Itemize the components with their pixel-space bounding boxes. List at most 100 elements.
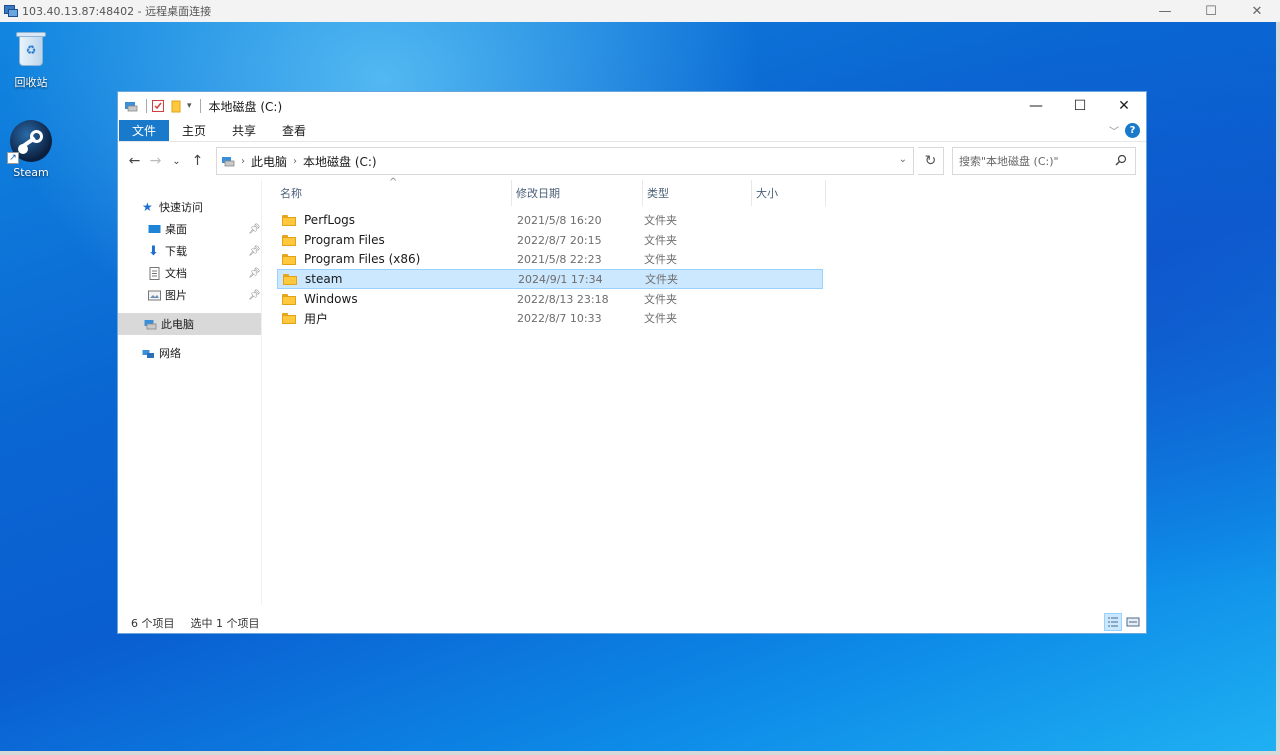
file-type: 文件夹 bbox=[644, 312, 677, 325]
expand-ribbon-chevron-icon[interactable]: ﹀ bbox=[1109, 123, 1119, 138]
pictures-icon bbox=[148, 289, 161, 302]
nav-item-this-pc[interactable]: 此电脑 bbox=[118, 313, 261, 335]
forward-button[interactable]: → bbox=[145, 153, 166, 169]
explorer-window-title: 本地磁盘 (C:) bbox=[208, 99, 283, 114]
file-name: Windows bbox=[304, 292, 358, 306]
rdp-titlebar: 103.40.13.87:48402 - 远程桌面连接 — ☐ ✕ bbox=[0, 0, 1280, 22]
up-button[interactable]: ↑ bbox=[187, 153, 208, 169]
nav-item-desktop[interactable]: 桌面 📌︎ bbox=[148, 218, 262, 240]
column-header-size[interactable]: 大小 bbox=[752, 180, 826, 206]
file-modified: 2021/5/8 16:20 bbox=[517, 213, 602, 227]
file-list-header: ^ 名称 修改日期 类型 大小 bbox=[276, 177, 826, 206]
maximize-button[interactable]: ☐ bbox=[1058, 92, 1102, 120]
file-modified: 2024/9/1 17:34 bbox=[518, 272, 603, 286]
file-type: 文件夹 bbox=[644, 293, 677, 306]
file-name: Program Files (x86) bbox=[304, 252, 421, 266]
desktop-icon-recycle-bin[interactable]: ♻ 回收站 bbox=[0, 30, 62, 90]
tab-file[interactable]: 文件 bbox=[119, 120, 170, 141]
folder-icon bbox=[282, 293, 296, 305]
file-name: Program Files bbox=[304, 233, 385, 247]
folder-icon bbox=[282, 312, 296, 324]
desktop-icon-label: Steam bbox=[13, 166, 49, 179]
breadcrumb-separator-icon[interactable]: › bbox=[293, 156, 297, 167]
minimize-button[interactable]: — bbox=[1014, 92, 1058, 120]
star-icon: ★ bbox=[142, 199, 153, 214]
large-icons-view-button[interactable] bbox=[1124, 613, 1142, 631]
search-icon[interactable] bbox=[1115, 154, 1127, 169]
file-type: 文件夹 bbox=[644, 214, 677, 227]
column-header-date-modified[interactable]: 修改日期 bbox=[512, 180, 643, 206]
pin-icon: 📌︎ bbox=[248, 223, 261, 235]
recent-locations-button[interactable]: ⌄ bbox=[166, 156, 187, 167]
this-pc-icon bbox=[144, 318, 157, 331]
help-icon[interactable]: ? bbox=[1125, 123, 1140, 138]
document-icon bbox=[148, 266, 161, 280]
file-row[interactable]: PerfLogs 2021/5/8 16:20 文件夹 bbox=[277, 210, 823, 230]
search-input[interactable] bbox=[959, 154, 1109, 168]
nav-item-documents[interactable]: 文档 📌︎ bbox=[148, 262, 262, 284]
file-modified: 2022/8/7 10:33 bbox=[517, 311, 602, 325]
desktop-icon-label: 回收站 bbox=[14, 76, 48, 89]
this-pc-icon[interactable] bbox=[124, 99, 138, 113]
search-box[interactable] bbox=[952, 147, 1136, 175]
recycle-bin-icon: ♻ bbox=[16, 30, 46, 66]
desktop-icon-steam[interactable]: ↗ Steam bbox=[0, 120, 62, 179]
nav-item-network[interactable]: 网络 bbox=[142, 342, 181, 364]
refresh-button[interactable]: ↻ bbox=[918, 147, 944, 175]
remote-desktop-icon bbox=[4, 4, 18, 18]
steam-icon: ↗ bbox=[7, 120, 52, 164]
folder-icon bbox=[282, 214, 296, 226]
file-modified: 2022/8/13 23:18 bbox=[517, 292, 609, 306]
navigation-bar: ← → ⌄ ↑ › 此电脑 › 本地磁盘 (C:) ⌄ ↻ bbox=[118, 147, 1146, 175]
address-bar[interactable]: › 此电脑 › 本地磁盘 (C:) ⌄ bbox=[216, 147, 914, 175]
address-dropdown-icon[interactable]: ⌄ bbox=[899, 154, 907, 165]
new-folder-icon[interactable] bbox=[169, 99, 183, 113]
close-button[interactable]: ✕ bbox=[1102, 92, 1146, 120]
quick-access-toolbar: ▾ bbox=[124, 99, 205, 113]
sort-ascending-icon: ^ bbox=[389, 177, 398, 188]
rdp-scrollbar-vertical[interactable] bbox=[1276, 22, 1280, 751]
file-row-selected[interactable]: steam 2024/9/1 17:34 文件夹 bbox=[277, 269, 823, 289]
file-modified: 2022/8/7 20:15 bbox=[517, 233, 602, 247]
file-row[interactable]: Program Files 2022/8/7 20:15 文件夹 bbox=[277, 230, 823, 250]
file-type: 文件夹 bbox=[645, 273, 678, 286]
file-type: 文件夹 bbox=[644, 234, 677, 247]
file-row[interactable]: 用户 2022/8/7 10:33 文件夹 bbox=[277, 308, 823, 328]
nav-item-downloads[interactable]: ⬇ 下载 📌︎ bbox=[148, 240, 262, 262]
properties-icon[interactable] bbox=[151, 99, 165, 113]
large-icons-view-icon bbox=[1126, 617, 1140, 627]
file-modified: 2021/5/8 22:23 bbox=[517, 252, 602, 266]
network-icon bbox=[142, 347, 155, 360]
back-button[interactable]: ← bbox=[124, 153, 145, 169]
shortcut-arrow-icon: ↗ bbox=[7, 152, 19, 164]
breadcrumb-this-pc[interactable]: 此电脑 bbox=[251, 153, 287, 170]
nav-item-pictures[interactable]: 图片 📌︎ bbox=[148, 284, 262, 306]
pin-icon: 📌︎ bbox=[248, 289, 261, 301]
details-view-button[interactable] bbox=[1104, 613, 1122, 631]
file-row[interactable]: Program Files (x86) 2021/5/8 22:23 文件夹 bbox=[277, 249, 823, 269]
breadcrumb-separator-icon[interactable]: › bbox=[241, 156, 245, 167]
nav-quick-access[interactable]: ★ 快速访问 bbox=[142, 196, 203, 218]
folder-icon bbox=[282, 253, 296, 265]
rdp-close-button[interactable]: ✕ bbox=[1234, 0, 1280, 22]
file-name: steam bbox=[305, 272, 343, 286]
ribbon-tabs: 文件 主页 共享 查看 ﹀ ? bbox=[118, 120, 1146, 142]
selection-count: 选中 1 个项目 bbox=[190, 616, 260, 630]
navigation-pane: ★ 快速访问 桌面 📌︎ ⬇ 下载 📌︎ 文档 📌︎ 图片 📌︎ 此电脑 网络 bbox=[118, 180, 262, 605]
tab-home[interactable]: 主页 bbox=[169, 120, 219, 141]
file-name: 用户 bbox=[304, 311, 329, 326]
rdp-minimize-button[interactable]: — bbox=[1142, 0, 1188, 22]
file-row[interactable]: Windows 2022/8/13 23:18 文件夹 bbox=[277, 289, 823, 309]
rdp-window-title: 103.40.13.87:48402 - 远程桌面连接 bbox=[22, 5, 212, 18]
tab-share[interactable]: 共享 bbox=[219, 120, 269, 141]
rdp-maximize-button[interactable]: ☐ bbox=[1188, 0, 1234, 22]
column-header-type[interactable]: 类型 bbox=[643, 180, 752, 206]
tab-view[interactable]: 查看 bbox=[269, 120, 319, 141]
column-header-name[interactable]: ^ 名称 bbox=[276, 177, 512, 206]
rdp-scrollbar-horizontal[interactable] bbox=[0, 751, 1280, 755]
customize-toolbar-chevron-icon[interactable]: ▾ bbox=[187, 101, 192, 111]
folder-icon bbox=[283, 273, 297, 285]
breadcrumb-local-disk[interactable]: 本地磁盘 (C:) bbox=[303, 153, 377, 170]
details-view-icon bbox=[1108, 617, 1118, 627]
file-explorer-window: ▾ 本地磁盘 (C:) — ☐ ✕ 文件 主页 共享 查看 ﹀ ? ← → ⌄ … bbox=[118, 92, 1146, 633]
